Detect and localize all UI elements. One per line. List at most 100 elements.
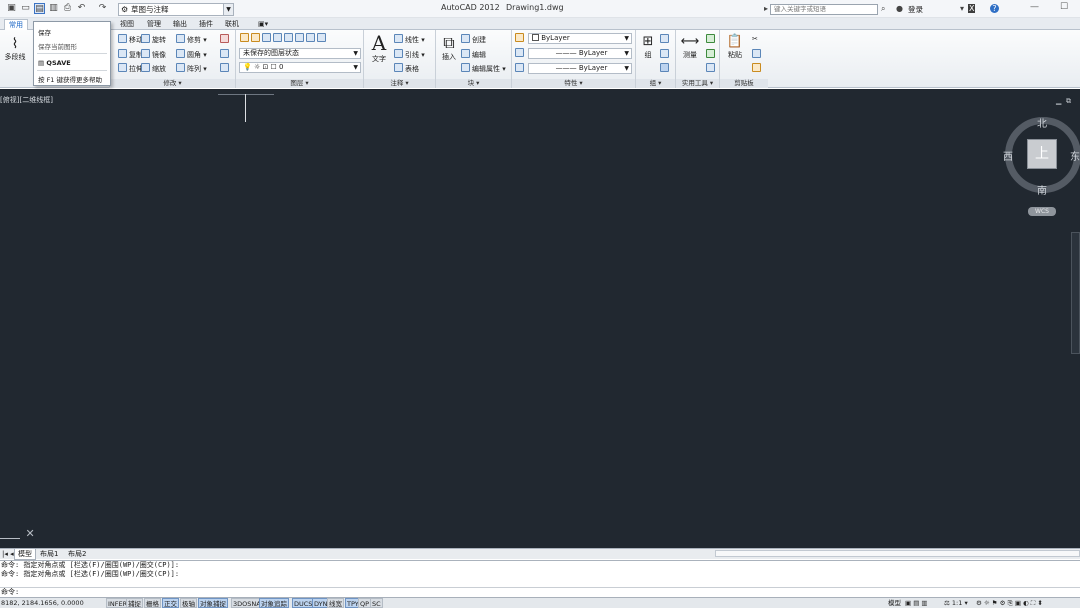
clipboard-panel-title[interactable]: 剪贴板	[720, 79, 768, 88]
annotation-scale-icon[interactable]: ⚖ 1:1 ▾	[944, 599, 968, 608]
group-select-icon[interactable]	[660, 63, 671, 74]
copy-button[interactable]: 复制	[118, 49, 143, 60]
model-space-label[interactable]: 模型	[888, 599, 901, 608]
tab-manage[interactable]: 管理	[143, 19, 165, 29]
app-menu-icon[interactable]: ▣	[6, 3, 17, 14]
modify-panel-title[interactable]: 修改 ▾	[110, 79, 235, 88]
expand-icon[interactable]: ▸	[764, 4, 768, 13]
viewcube-top[interactable]: 上	[1027, 139, 1057, 169]
offset-icon[interactable]	[220, 63, 231, 74]
ungroup-icon[interactable]	[660, 34, 671, 45]
tab-output[interactable]: 输出	[169, 19, 191, 29]
camera-icon[interactable]: ▣▾	[254, 19, 272, 29]
wcs-menu[interactable]: WCS	[1028, 207, 1056, 216]
layer-tools-row[interactable]	[240, 33, 328, 44]
tab-online[interactable]: 联机	[221, 19, 243, 29]
measure-button[interactable]: ⟷ 测量	[678, 34, 702, 60]
save-as-icon[interactable]: ▥	[48, 3, 59, 14]
copy-clip-icon[interactable]	[752, 49, 763, 60]
status-toggle-捕捉[interactable]: 捕捉	[126, 598, 143, 608]
fillet-button[interactable]: 圆角 ▾	[176, 49, 207, 60]
text-button[interactable]: A 文字	[368, 32, 390, 64]
maximize-icon[interactable]: ☐	[1060, 2, 1068, 12]
save-menu-item[interactable]: 保存	[38, 27, 51, 37]
open-icon[interactable]: ▭	[20, 3, 31, 14]
horizontal-scrollbar[interactable]	[715, 550, 1080, 557]
color-select[interactable]: ByLayer ▼	[528, 33, 632, 44]
exchange-icon[interactable]: X	[968, 4, 976, 13]
leader-button[interactable]: 引线 ▾	[394, 49, 425, 60]
linetype-select[interactable]: ——— ByLayer ▼	[528, 63, 632, 74]
group-button[interactable]: ⊞ 组	[638, 34, 658, 60]
rotate-button[interactable]: 旋转	[141, 34, 166, 45]
match-properties-icon[interactable]	[515, 33, 526, 44]
chevron-down-icon[interactable]: ▾	[960, 4, 964, 13]
minimize-icon[interactable]: —	[1030, 2, 1039, 12]
annotation-panel-title[interactable]: 注释 ▾	[364, 79, 435, 88]
polyline-button[interactable]: ⌇ 多段线	[3, 36, 27, 62]
layer-select[interactable]: 💡 ☼ ⊡ ☐ 0 ▼	[239, 62, 361, 73]
workspace-select[interactable]: ⚙ 草图与注释 ▼	[118, 3, 234, 16]
lineweight-select[interactable]: ——— ByLayer ▼	[528, 48, 632, 59]
drawing-viewport[interactable]	[0, 89, 1080, 548]
status-toggle-对象捕捉[interactable]: 对象捕捉	[198, 598, 228, 608]
erase-icon[interactable]	[220, 34, 231, 45]
linear-button[interactable]: 线性 ▾	[394, 34, 425, 45]
viewport-label[interactable]: [俯视][二维线框]	[0, 95, 53, 105]
undo-icon[interactable]: ↶	[76, 3, 87, 14]
tab-layout1[interactable]: 布局1	[40, 549, 58, 559]
tab-layout2[interactable]: 布局2	[68, 549, 86, 559]
print-icon[interactable]: ⎙	[62, 3, 73, 14]
paste-button[interactable]: 📋 粘贴	[724, 34, 746, 60]
compass-north[interactable]: 北	[1037, 115, 1047, 130]
calculator-icon[interactable]	[706, 63, 717, 74]
command-input[interactable]: 命令:	[0, 587, 1080, 597]
status-toggle-线宽[interactable]: 线宽	[327, 598, 344, 608]
user-icon[interactable]: ●	[896, 4, 903, 13]
tab-plugins[interactable]: 插件	[195, 19, 217, 29]
quick-view-icons[interactable]: ▣ ▤ ▥	[905, 599, 928, 608]
compass-south[interactable]: 南	[1037, 182, 1047, 197]
layers-panel-title[interactable]: 图层 ▾	[236, 79, 363, 88]
save-icon[interactable]: ▤	[34, 3, 45, 14]
status-toggle-正交[interactable]: 正交	[162, 598, 179, 608]
group-edit-icon[interactable]	[660, 49, 671, 60]
tab-view[interactable]: 视图	[116, 19, 138, 29]
stretch-button[interactable]: 拉伸	[118, 63, 143, 74]
create-block-button[interactable]: 创建	[461, 34, 486, 45]
groups-panel-title[interactable]: 组 ▾	[636, 79, 675, 88]
array-button[interactable]: 阵列 ▾	[176, 63, 207, 74]
trim-button[interactable]: 修剪 ▾	[176, 34, 207, 45]
viewport-restore-icon[interactable]: ⧉	[1066, 97, 1071, 106]
scale-button[interactable]: 缩放	[141, 63, 166, 74]
status-toggle-对象追踪[interactable]: 对象追踪	[259, 598, 289, 608]
edit-attr-button[interactable]: 编辑属性 ▾	[461, 63, 506, 74]
quick-select-icon[interactable]	[706, 34, 717, 45]
coordinate-readout[interactable]: 8182, 2184.1656, 0.0000	[1, 598, 84, 608]
select-similar-icon[interactable]	[706, 49, 717, 60]
properties-panel-title[interactable]: 特性 ▾	[512, 79, 635, 88]
redo-icon[interactable]: ↷	[97, 3, 108, 14]
navigation-bar[interactable]	[1071, 232, 1080, 354]
status-toggle-sc[interactable]: SC	[370, 598, 383, 608]
login-button[interactable]: 登录	[908, 4, 923, 15]
viewport-minimize-icon[interactable]: ▁	[1056, 97, 1061, 105]
edit-block-button[interactable]: 编辑	[461, 49, 486, 60]
compass-west[interactable]: 西	[1003, 148, 1013, 163]
status-tray-icons[interactable]: ⚙ ☼ ⚑ ⚙ ⎘ ▣ ◐ ⛶ ⬍	[976, 599, 1043, 608]
mirror-button[interactable]: 镜像	[141, 49, 166, 60]
search-input[interactable]: 键入关键字或短语	[770, 4, 878, 15]
explode-icon[interactable]	[220, 49, 231, 60]
tab-model[interactable]: 模型	[14, 549, 36, 560]
block-panel-title[interactable]: 块 ▾	[436, 79, 511, 88]
insert-button[interactable]: ⧉ 插入	[438, 34, 460, 62]
cut-icon[interactable]: ✂	[752, 34, 758, 44]
match-prop-icon[interactable]	[752, 63, 763, 74]
layer-state-select[interactable]: 未保存的图层状态 ▼	[239, 48, 361, 59]
status-toggle-极轴[interactable]: 极轴	[180, 598, 197, 608]
binoculars-icon[interactable]: ⌕	[881, 4, 885, 14]
move-button[interactable]: 移动	[118, 34, 143, 45]
help-icon[interactable]: ?	[990, 4, 999, 13]
utilities-panel-title[interactable]: 实用工具 ▾	[676, 79, 719, 88]
table-button[interactable]: 表格	[394, 63, 419, 74]
